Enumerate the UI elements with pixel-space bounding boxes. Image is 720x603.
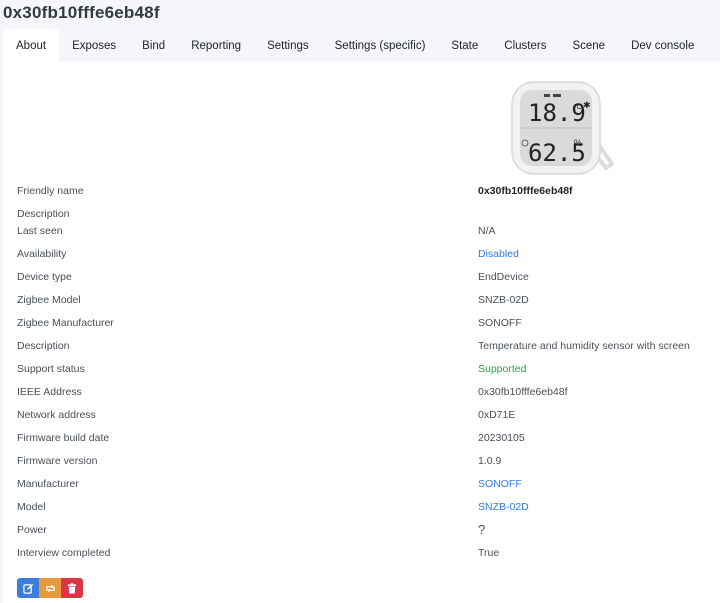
svg-text:✱: ✱: [583, 100, 591, 110]
tab-dev-console[interactable]: Dev console: [618, 29, 707, 62]
row-value: EndDevice: [478, 271, 529, 283]
page-title: 0x30fb10fffe6eb48f: [3, 3, 160, 22]
row-label: Manufacturer: [17, 478, 79, 490]
row-value: 20230105: [478, 432, 525, 444]
about-row-power: Power ?: [17, 522, 720, 542]
about-row-support-status: Support status Supported: [17, 363, 720, 381]
about-row-description-2: Description Temperature and humidity sen…: [17, 340, 720, 358]
tab-bind[interactable]: Bind: [129, 29, 178, 62]
support-status-value: Supported: [478, 363, 527, 375]
about-row-network-address: Network address 0xD71E: [17, 409, 720, 427]
trash-icon: [67, 582, 77, 594]
delete-button[interactable]: [61, 578, 83, 598]
rename-icon: [45, 584, 55, 592]
tab-scene[interactable]: Scene: [559, 29, 618, 62]
row-value: SNZB-02D: [478, 294, 529, 306]
row-label: Zigbee Model: [17, 294, 81, 306]
tab-settings[interactable]: Settings: [254, 29, 322, 62]
row-label: Device type: [17, 271, 72, 283]
row-label: Interview completed: [17, 547, 111, 559]
about-row-friendly-name: Friendly name 0x30fb10fffe6eb48f: [17, 185, 720, 203]
svg-text:%: %: [574, 138, 582, 148]
tab-bar: About Exposes Bind Reporting Settings Se…: [3, 29, 720, 62]
tab-about[interactable]: About: [3, 29, 60, 62]
row-value: 1.0.9: [478, 455, 502, 467]
about-row-ieee-address: IEEE Address 0x30fb10fffe6eb48f: [17, 386, 720, 404]
row-label: Model: [17, 501, 46, 513]
row-label: Power: [17, 524, 47, 536]
row-label: Firmware version: [17, 455, 98, 467]
about-panel: 18.9 62.5 °C ✱ % Friendly name 0x30fb10f…: [3, 62, 720, 603]
tab-clusters[interactable]: Clusters: [491, 29, 559, 62]
row-value: N/A: [478, 225, 496, 237]
about-row-interview-completed: Interview completed True: [17, 547, 720, 565]
rename-button[interactable]: [39, 578, 61, 598]
row-label: Network address: [17, 409, 96, 421]
row-label: Description: [17, 340, 70, 352]
model-link[interactable]: SNZB-02D: [478, 501, 529, 513]
power-unknown-icon: ?: [478, 522, 486, 537]
tab-state[interactable]: State: [438, 29, 491, 62]
row-label: Support status: [17, 363, 85, 375]
edit-button[interactable]: [17, 578, 39, 598]
about-row-availability: Availability Disabled: [17, 248, 720, 266]
row-label: IEEE Address: [17, 386, 82, 398]
edit-icon: [22, 583, 33, 594]
row-value: 0x30fb10fffe6eb48f: [478, 185, 573, 197]
tab-reporting[interactable]: Reporting: [178, 29, 254, 62]
row-value: Temperature and humidity sensor with scr…: [478, 340, 690, 352]
about-row-description: Description: [17, 208, 720, 226]
row-label: Zigbee Manufacturer: [17, 317, 114, 329]
row-label: Description: [17, 208, 70, 220]
row-value: 0x30fb10fffe6eb48f: [478, 386, 568, 398]
row-value: True: [478, 547, 500, 559]
svg-text:°C: °C: [574, 103, 582, 111]
manufacturer-link[interactable]: SONOFF: [478, 478, 522, 490]
row-label: Firmware build date: [17, 432, 110, 444]
about-row-last-seen: Last seen N/A: [17, 225, 720, 243]
row-label: Availability: [17, 248, 67, 260]
row-value: SONOFF: [478, 317, 522, 329]
row-label: Last seen: [17, 225, 63, 237]
about-row-firmware-build-date: Firmware build date 20230105: [17, 432, 720, 450]
tab-settings-specific[interactable]: Settings (specific): [322, 29, 439, 62]
device-image: 18.9 62.5 °C ✱ %: [511, 81, 614, 175]
about-row-device-type: Device type EndDevice: [17, 271, 720, 289]
about-row-manufacturer: Manufacturer SONOFF: [17, 478, 720, 496]
row-value: 0xD71E: [478, 409, 516, 421]
about-row-firmware-version: Firmware version 1.0.9: [17, 455, 720, 473]
about-row-zigbee-manufacturer: Zigbee Manufacturer SONOFF: [17, 317, 720, 335]
availability-link[interactable]: Disabled: [478, 248, 519, 260]
device-actions: [17, 578, 83, 598]
about-row-zigbee-model: Zigbee Model SNZB-02D: [17, 294, 720, 312]
tab-exposes[interactable]: Exposes: [59, 29, 129, 62]
about-row-model: Model SNZB-02D: [17, 501, 720, 519]
row-label: Friendly name: [17, 185, 84, 197]
